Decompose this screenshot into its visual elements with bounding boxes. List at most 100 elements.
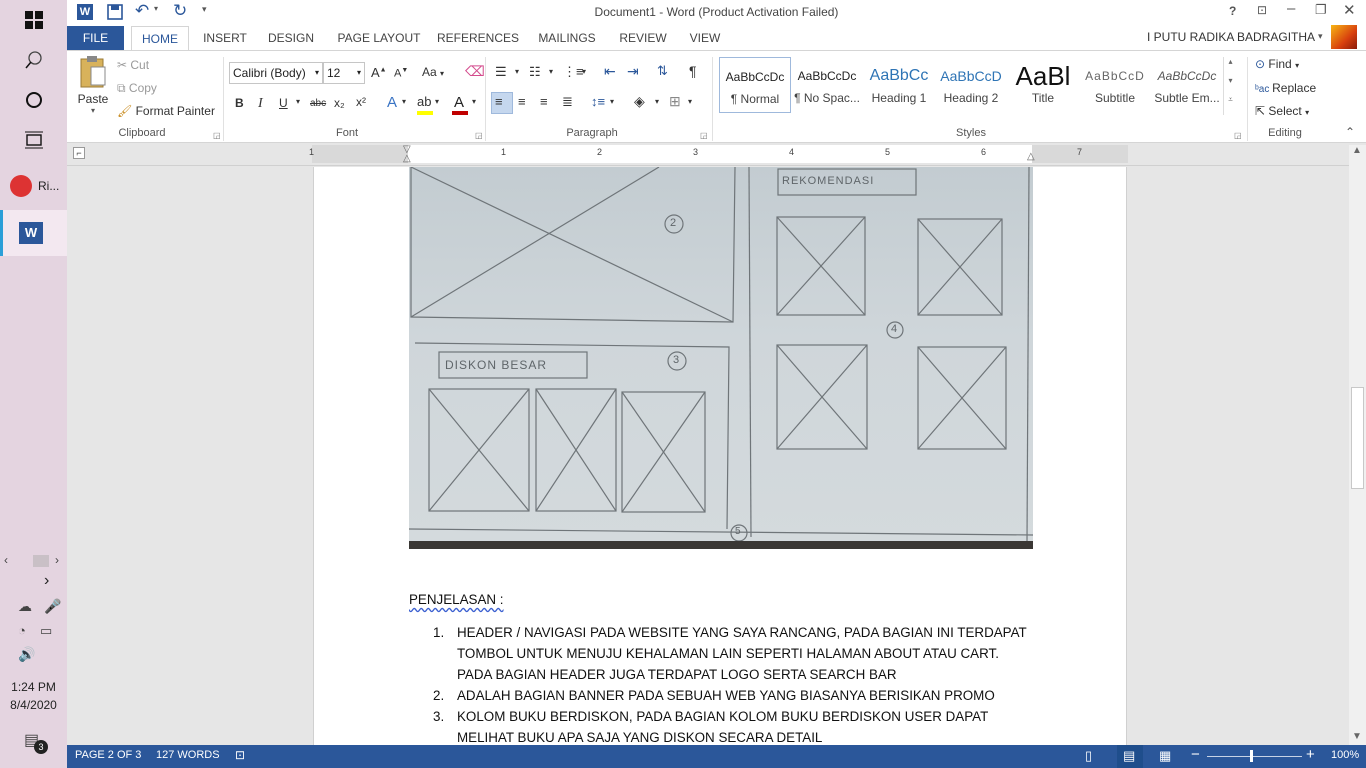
avatar[interactable]: [1331, 25, 1357, 49]
close-button[interactable]: ✕: [1343, 1, 1356, 19]
style-subtle-emphasis[interactable]: AaBbCcDc Subtle Em...: [1151, 57, 1223, 113]
tab-mailings[interactable]: MAILINGS: [533, 26, 601, 50]
sort-icon[interactable]: ⇅: [657, 63, 668, 79]
style-title[interactable]: AaBl Title: [1007, 57, 1079, 113]
chevron-down-icon[interactable]: ▾: [472, 97, 476, 106]
align-right-icon[interactable]: ≡: [540, 94, 548, 109]
restore-button[interactable]: ❐: [1315, 2, 1327, 18]
account-dropdown-icon[interactable]: ▾: [1318, 31, 1323, 42]
taskbar-scroll[interactable]: ‹ ›: [0, 553, 67, 569]
format-painter-button[interactable]: 🖌 Format Painter: [117, 104, 215, 118]
decrease-indent-icon[interactable]: ⇤: [604, 63, 616, 80]
styles-launcher-icon[interactable]: ◲: [1234, 131, 1242, 140]
read-mode-icon[interactable]: ▯: [1085, 748, 1092, 764]
tab-references[interactable]: REFERENCES: [437, 26, 519, 50]
increase-indent-icon[interactable]: ⇥: [627, 63, 639, 80]
list-line[interactable]: PADA BAGIAN HEADER JUGA TERDAPAT LOGO SE…: [457, 667, 897, 682]
replace-button[interactable]: ᵇac Replace: [1255, 81, 1316, 95]
chevron-down-icon[interactable]: ▾: [515, 67, 519, 76]
bold-button[interactable]: B: [235, 96, 244, 110]
italic-button[interactable]: I: [258, 96, 263, 112]
chevron-down-icon[interactable]: ▾: [655, 97, 659, 106]
list-line[interactable]: TOMBOL UNTUK MENUJU KEHALAMAN LAIN SEPER…: [457, 646, 999, 661]
scroll-thumb[interactable]: [33, 555, 49, 567]
word-count[interactable]: 127 WORDS: [156, 749, 220, 761]
highlight-icon[interactable]: ab: [417, 94, 431, 109]
scroll-up-icon[interactable]: ▴: [1224, 57, 1237, 76]
start-button[interactable]: [0, 0, 67, 40]
subscript-button[interactable]: x₂: [334, 96, 345, 110]
ribbon-display-options-icon[interactable]: ⊡: [1257, 3, 1267, 17]
show-formatting-icon[interactable]: ¶: [689, 63, 697, 79]
page-count[interactable]: PAGE 2 OF 3: [75, 749, 141, 761]
tab-home[interactable]: HOME: [131, 26, 189, 51]
underline-dropdown-icon[interactable]: ▾: [296, 97, 300, 106]
right-indent-marker[interactable]: △: [1027, 151, 1035, 162]
copy-button[interactable]: ⧉ Copy: [117, 81, 157, 96]
tab-page-layout[interactable]: PAGE LAYOUT: [333, 26, 425, 50]
task-view-button[interactable]: [0, 120, 67, 160]
account-name[interactable]: I PUTU RADIKA BADRAGITHA: [1147, 30, 1315, 44]
section-heading[interactable]: PENJELASAN :: [409, 592, 504, 607]
change-case-button[interactable]: Aa ▾: [422, 65, 444, 79]
select-button[interactable]: ⇱ Select ▾: [1255, 104, 1309, 118]
clear-formatting-icon[interactable]: ⌫: [465, 63, 485, 80]
zoom-slider-thumb[interactable]: [1250, 750, 1253, 762]
numbering-icon[interactable]: ☷: [529, 64, 541, 80]
font-launcher-icon[interactable]: ◲: [475, 131, 483, 140]
web-layout-icon[interactable]: ▦: [1159, 748, 1171, 764]
style-no-spacing[interactable]: AaBbCcDc ¶ No Spac...: [791, 57, 863, 113]
multilevel-list-icon[interactable]: ⋮≡: [563, 64, 584, 80]
list-line[interactable]: HEADER / NAVIGASI PADA WEBSITE YANG SAYA…: [457, 625, 1027, 640]
action-center-button[interactable]: ▤ 3: [24, 730, 48, 754]
wifi-icon[interactable]: ◔: [18, 623, 26, 638]
styles-more-icon[interactable]: ⩡: [1224, 95, 1237, 114]
minimize-button[interactable]: –: [1287, 0, 1295, 17]
tab-selector-icon[interactable]: ⌐: [73, 147, 85, 159]
clock[interactable]: 1:24 PM 8/4/2020: [0, 680, 67, 712]
hanging-indent-marker[interactable]: △: [403, 153, 411, 164]
search-button[interactable]: [0, 40, 67, 80]
font-family-select[interactable]: Calibri (Body) ▾: [229, 62, 323, 84]
paste-button[interactable]: Paste ▾: [75, 55, 111, 115]
tab-review[interactable]: REVIEW: [615, 26, 671, 50]
paragraph-launcher-icon[interactable]: ◲: [700, 131, 708, 140]
font-size-select[interactable]: 12 ▾: [323, 62, 365, 84]
chevron-down-icon[interactable]: ▾: [435, 97, 439, 106]
taskbar-app-word[interactable]: W: [0, 210, 67, 256]
zoom-out-icon[interactable]: −: [1191, 746, 1200, 763]
strikethrough-button[interactable]: abc: [310, 98, 326, 109]
list-line[interactable]: ADALAH BAGIAN BANNER PADA SEBUAH WEB YAN…: [457, 688, 995, 703]
grow-font-icon[interactable]: A▲: [371, 65, 387, 80]
help-button[interactable]: ?: [1229, 4, 1236, 18]
chevron-down-icon[interactable]: ▾: [582, 67, 586, 76]
clipboard-launcher-icon[interactable]: ◲: [213, 131, 221, 140]
tab-view[interactable]: VIEW: [683, 26, 727, 50]
style-heading-2[interactable]: AaBbCcD Heading 2: [935, 57, 1007, 113]
find-button[interactable]: ⊙ Find ▾: [1255, 57, 1299, 71]
wireframe-sketch-image[interactable]: REKOMENDASI DISKON BESAR 2 3 4 5: [409, 167, 1033, 549]
bullets-icon[interactable]: ☰: [495, 64, 507, 80]
vertical-scrollbar[interactable]: ▲ ▼: [1349, 145, 1366, 745]
scroll-down-icon[interactable]: ▼: [1352, 731, 1362, 742]
onedrive-icon[interactable]: ☁: [18, 598, 32, 615]
style-subtitle[interactable]: AaBbCcD Subtitle: [1079, 57, 1151, 113]
align-center-icon[interactable]: ≡: [518, 94, 526, 109]
superscript-button[interactable]: x²: [356, 95, 366, 109]
collapse-ribbon-icon[interactable]: ⌃: [1345, 125, 1355, 139]
shrink-font-icon[interactable]: A▼: [394, 67, 408, 80]
microphone-icon[interactable]: 🎤: [44, 598, 61, 615]
text-effects-icon[interactable]: A: [387, 94, 397, 111]
tab-file[interactable]: FILE: [67, 26, 124, 50]
proofing-icon[interactable]: ⊡: [235, 748, 245, 762]
cut-button[interactable]: ✂ Cut: [117, 58, 149, 72]
scroll-left-icon[interactable]: ‹: [4, 553, 8, 567]
zoom-slider[interactable]: [1207, 756, 1302, 757]
list-line[interactable]: MELIHAT BUKU APA SAJA YANG DISKON SECARA…: [457, 730, 822, 745]
tab-insert[interactable]: INSERT: [197, 26, 253, 50]
scroll-down-icon[interactable]: ▾: [1224, 76, 1237, 95]
battery-icon[interactable]: ▭: [40, 623, 52, 639]
scroll-up-icon[interactable]: ▲: [1352, 145, 1362, 156]
show-hidden-icons-icon[interactable]: ›: [44, 572, 49, 590]
chevron-down-icon[interactable]: ▾: [549, 67, 553, 76]
